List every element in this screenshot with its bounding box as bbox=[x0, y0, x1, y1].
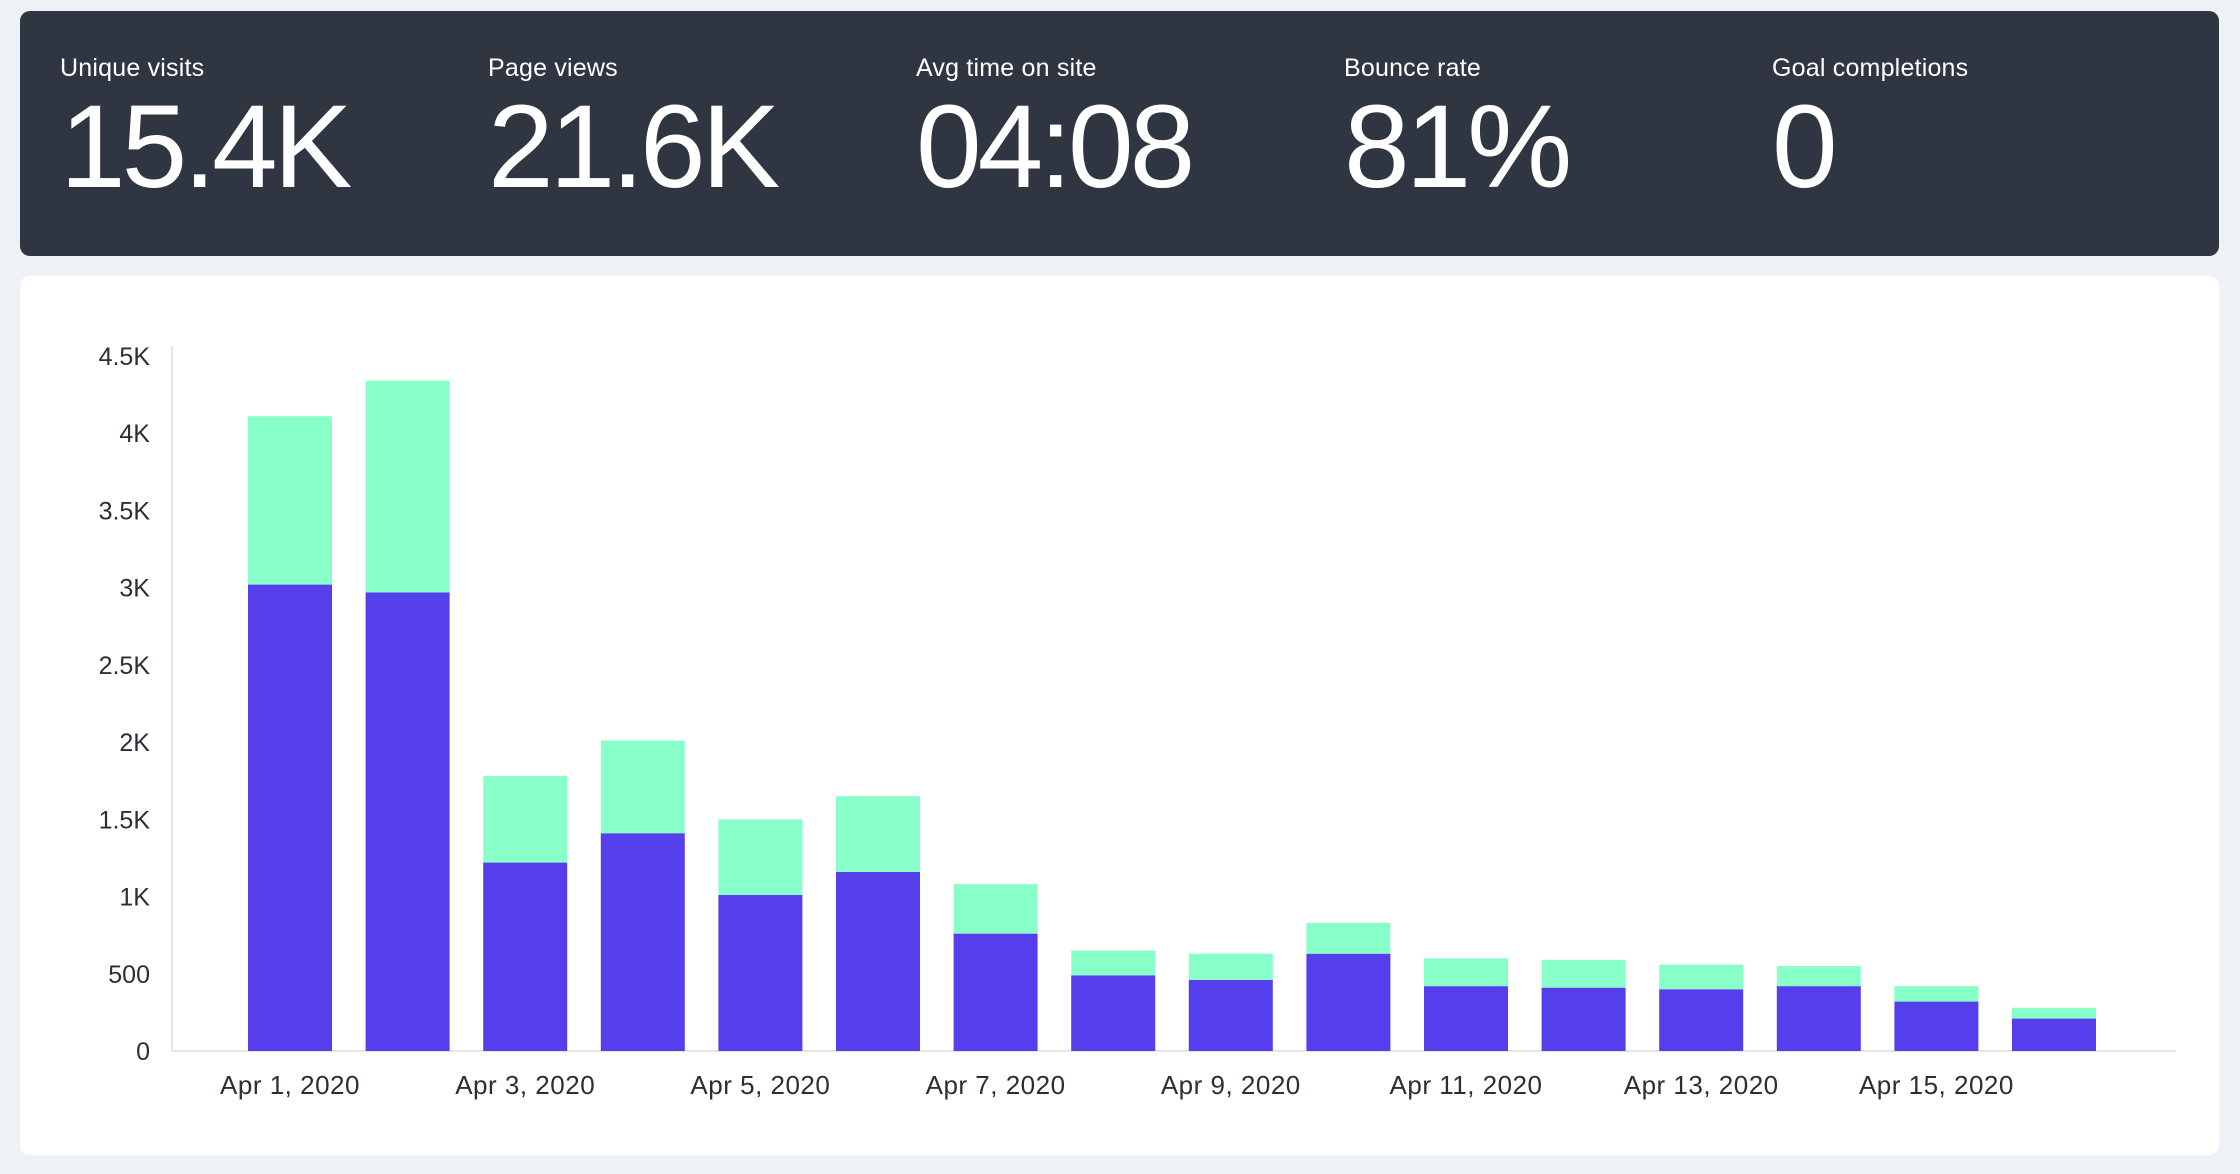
bar-segment[interactable] bbox=[953, 933, 1038, 1051]
bar-segment[interactable] bbox=[365, 592, 450, 1051]
bar-segment[interactable] bbox=[836, 796, 920, 872]
stat-label: Avg time on site bbox=[916, 54, 1097, 82]
bar-segment[interactable] bbox=[1071, 950, 1156, 976]
y-tick-label: 1K bbox=[119, 884, 150, 912]
bar-segment[interactable] bbox=[1776, 966, 1861, 987]
bar-segment[interactable] bbox=[365, 380, 450, 593]
y-tick-label: 2.5K bbox=[99, 652, 151, 680]
y-tick-label: 500 bbox=[108, 961, 150, 989]
bar-segment[interactable] bbox=[248, 584, 332, 1051]
bar-segment[interactable] bbox=[1188, 953, 1273, 980]
bar-segment[interactable] bbox=[1541, 959, 1626, 988]
chart-panel: 0 500 1K 1.5K 2K 2.5K 3K 3.5K 4K 4.5K Apr 1, 2020… bbox=[20, 276, 2219, 1155]
bar-segment[interactable] bbox=[1894, 986, 1979, 1002]
bar-segment[interactable] bbox=[1424, 958, 1508, 987]
x-tick-label: Apr 9, 2020 bbox=[1161, 1070, 1301, 1100]
x-tick-label: Apr 3, 2020 bbox=[455, 1070, 595, 1100]
stat-value: 81% bbox=[1344, 81, 1572, 213]
bar-segment[interactable] bbox=[2012, 1018, 2096, 1051]
bar-segment[interactable] bbox=[1424, 986, 1508, 1051]
stat-bounce-rate[interactable]: Bounce rate 81% bbox=[1344, 53, 1764, 207]
x-tick-label: Apr 11, 2020 bbox=[1390, 1070, 1543, 1100]
y-axis: 0 500 1K 1.5K 2K 2.5K 3K 3.5K 4K 4.5K bbox=[99, 343, 173, 1066]
y-tick-label: 3K bbox=[119, 575, 150, 603]
y-tick-label: 2K bbox=[119, 729, 150, 757]
x-tick-label: Apr 7, 2020 bbox=[926, 1070, 1066, 1100]
y-tick-label: 1.5K bbox=[99, 806, 151, 834]
bar-segment[interactable] bbox=[1306, 922, 1391, 954]
bar-segment[interactable] bbox=[1659, 964, 1744, 990]
bar-segment[interactable] bbox=[718, 819, 803, 896]
stat-value: 21.6K bbox=[488, 81, 780, 213]
bar-segment[interactable] bbox=[600, 740, 685, 834]
x-tick-label: Apr 1, 2020 bbox=[220, 1070, 360, 1100]
bar-segment[interactable] bbox=[1071, 975, 1156, 1051]
bar-segment[interactable] bbox=[953, 884, 1038, 934]
bar-segment[interactable] bbox=[483, 776, 568, 863]
y-tick-label: 4.5K bbox=[99, 343, 151, 371]
x-tick-label: Apr 13, 2020 bbox=[1624, 1070, 1779, 1100]
bar-segment[interactable] bbox=[1188, 979, 1273, 1051]
y-tick-label: 3.5K bbox=[99, 497, 151, 525]
stat-label: Bounce rate bbox=[1344, 54, 1482, 82]
bar-segment[interactable] bbox=[718, 895, 803, 1051]
stat-value: 0 bbox=[1772, 81, 1838, 213]
stat-unique-visits[interactable]: Unique visits 15.4K bbox=[60, 53, 480, 207]
bar-chart: 0 500 1K 1.5K 2K 2.5K 3K 3.5K 4K 4.5K Apr 1, 2020… bbox=[99, 343, 2176, 1100]
x-tick-label: Apr 5, 2020 bbox=[690, 1070, 830, 1100]
bar-segment[interactable] bbox=[600, 833, 685, 1051]
bar-segment[interactable] bbox=[1659, 989, 1744, 1051]
bar-segment[interactable] bbox=[1894, 1001, 1979, 1051]
stat-label: Page views bbox=[488, 54, 618, 82]
bar-segment[interactable] bbox=[1306, 953, 1391, 1051]
bar-segment[interactable] bbox=[1776, 986, 1861, 1051]
y-tick-label: 4K bbox=[119, 420, 150, 448]
bar-segment[interactable] bbox=[836, 871, 920, 1051]
x-tick-label: Apr 15, 2020 bbox=[1859, 1070, 2014, 1100]
bars bbox=[248, 380, 2096, 1051]
bar-segment[interactable] bbox=[2012, 1007, 2096, 1019]
stat-goal-completions[interactable]: Goal completions 0 bbox=[1772, 53, 2192, 207]
stat-avg-time-on-site[interactable]: Avg time on site 04:08 bbox=[916, 53, 1336, 207]
bar-segment[interactable] bbox=[1541, 987, 1626, 1051]
bar-segment[interactable] bbox=[248, 416, 332, 585]
stat-value: 04:08 bbox=[916, 81, 1195, 213]
stats-panel: Unique visits 15.4K Page views 21.6K Avg… bbox=[20, 11, 2219, 256]
stat-label: Goal completions bbox=[1772, 54, 1969, 82]
stat-value: 15.4K bbox=[60, 81, 352, 213]
bar-segment[interactable] bbox=[483, 862, 568, 1051]
stat-page-views[interactable]: Page views 21.6K bbox=[488, 53, 908, 207]
stat-label: Unique visits bbox=[60, 54, 205, 82]
y-tick-label: 0 bbox=[136, 1038, 150, 1066]
x-axis: Apr 1, 2020 Apr 3, 2020 Apr 5, 2020 Apr 7, … bbox=[172, 1050, 2176, 1100]
